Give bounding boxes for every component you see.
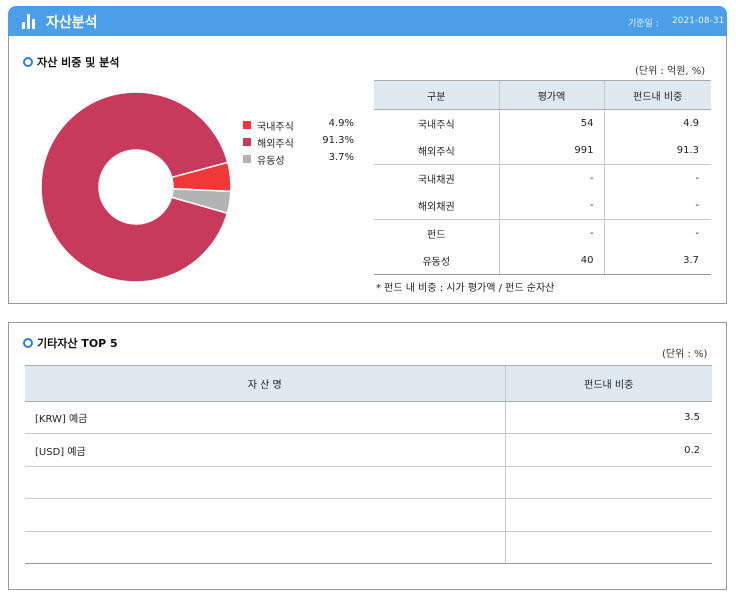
row-weight: 3.5 bbox=[504, 401, 712, 435]
legend-swatch bbox=[243, 138, 251, 146]
row-weight: 3.7 bbox=[603, 247, 711, 275]
table-row: 해외주식 991 91.3 bbox=[374, 137, 711, 165]
other-assets-table: 자 산 명 펀드내 비중 [KRW] 예금 3.5 [USD] 예금 0.2 bbox=[25, 365, 712, 564]
row-weight: - bbox=[603, 164, 711, 192]
table-row: [USD] 예금 0.2 bbox=[25, 433, 712, 467]
section-title-allocation: 자산 비중 및 분석 bbox=[23, 54, 119, 70]
row-asset-name: [USD] 예금 bbox=[25, 433, 505, 467]
circle-bullet-icon bbox=[23, 57, 33, 67]
bar-chart-icon bbox=[22, 14, 38, 29]
row-weight bbox=[504, 466, 712, 500]
base-date: 2021-08-31 bbox=[672, 16, 725, 26]
date-label: 기준일 : bbox=[628, 19, 659, 29]
col-amount: 평가액 bbox=[498, 80, 604, 110]
page-title: 자산분석 bbox=[46, 15, 98, 31]
row-weight: 91.3 bbox=[603, 137, 711, 165]
legend-value: 3.7% bbox=[328, 152, 354, 163]
section-title-other-assets: 기타자산 TOP 5 bbox=[23, 335, 118, 351]
allocation-unit: (단위 : 억원, %) bbox=[635, 66, 706, 77]
table-header-row: 자 산 명 펀드내 비중 bbox=[25, 365, 712, 402]
table-header-row: 구분 평가액 펀드내 비중 bbox=[374, 80, 711, 110]
other-assets-unit: (단위 : %) bbox=[662, 349, 708, 360]
row-amount: 54 bbox=[498, 109, 604, 137]
legend-value: 91.3% bbox=[322, 135, 354, 146]
row-asset-name bbox=[25, 466, 505, 500]
row-category: 펀드 bbox=[427, 230, 446, 241]
row-amount: - bbox=[498, 192, 604, 220]
row-category: 해외주식 bbox=[374, 137, 499, 165]
footnote: * 펀드 내 비중 : 시가 평가액 / 펀드 순자산 bbox=[376, 283, 555, 294]
row-amount: - bbox=[498, 219, 604, 247]
table-row: [KRW] 예금 3.5 bbox=[25, 401, 712, 435]
row-asset-name: [KRW] 예금 bbox=[25, 401, 505, 435]
col-weight: 펀드내 비중 bbox=[603, 80, 711, 110]
legend-label: 국내주식 bbox=[257, 122, 294, 133]
page-header: 자산분석 기준일 : 2021-08-31 bbox=[8, 6, 727, 36]
table-row: 국내주식 54 4.9 bbox=[374, 109, 711, 137]
other-assets-title-text: 기타자산 TOP 5 bbox=[37, 337, 118, 350]
row-category: 국내주식 bbox=[417, 120, 455, 131]
row-amount: - bbox=[498, 164, 604, 192]
row-category: 해외채권 bbox=[374, 192, 499, 220]
table-row: 유동성 40 3.7 bbox=[374, 247, 711, 275]
row-asset-name bbox=[25, 498, 505, 532]
pie-legend: 국내주식 4.9% 해외주식 91.3% 유동성 3.7% bbox=[243, 118, 358, 169]
row-weight: 4.9 bbox=[603, 109, 711, 137]
legend-item-domestic-stock: 국내주식 4.9% bbox=[243, 118, 358, 135]
row-weight: - bbox=[603, 219, 711, 247]
row-category: 유동성 bbox=[374, 247, 499, 275]
col-category: 구분 bbox=[374, 80, 499, 110]
row-weight: - bbox=[603, 192, 711, 220]
row-weight bbox=[504, 531, 712, 564]
circle-bullet-icon bbox=[23, 338, 33, 348]
row-asset-name bbox=[25, 531, 505, 564]
row-category: 국내채권 bbox=[417, 175, 455, 186]
table-row bbox=[25, 531, 712, 564]
row-weight bbox=[504, 498, 712, 532]
table-row bbox=[25, 498, 712, 532]
legend-item-foreign-stock: 해외주식 91.3% bbox=[243, 135, 358, 152]
asset-allocation-table: 구분 평가액 펀드내 비중 국내주식 54 4.9 해외주식 991 91.3 … bbox=[374, 80, 711, 275]
row-amount: 991 bbox=[498, 137, 604, 165]
legend-label: 유동성 bbox=[257, 156, 285, 167]
table-row: 펀드 - - bbox=[374, 219, 711, 247]
legend-label: 해외주식 bbox=[257, 139, 294, 150]
row-amount: 40 bbox=[498, 247, 604, 275]
col-weight: 펀드내 비중 bbox=[504, 365, 712, 402]
table-row bbox=[25, 466, 712, 500]
col-asset-name: 자 산 명 bbox=[25, 365, 505, 402]
row-weight: 0.2 bbox=[504, 433, 712, 467]
legend-swatch bbox=[243, 155, 251, 163]
legend-item-liquidity: 유동성 3.7% bbox=[243, 152, 358, 169]
legend-value: 4.9% bbox=[328, 118, 354, 129]
table-row: 해외채권 - - bbox=[374, 192, 711, 220]
allocation-title-text: 자산 비중 및 분석 bbox=[37, 56, 120, 69]
table-row: 국내채권 - - bbox=[374, 164, 711, 192]
legend-swatch bbox=[243, 121, 251, 129]
